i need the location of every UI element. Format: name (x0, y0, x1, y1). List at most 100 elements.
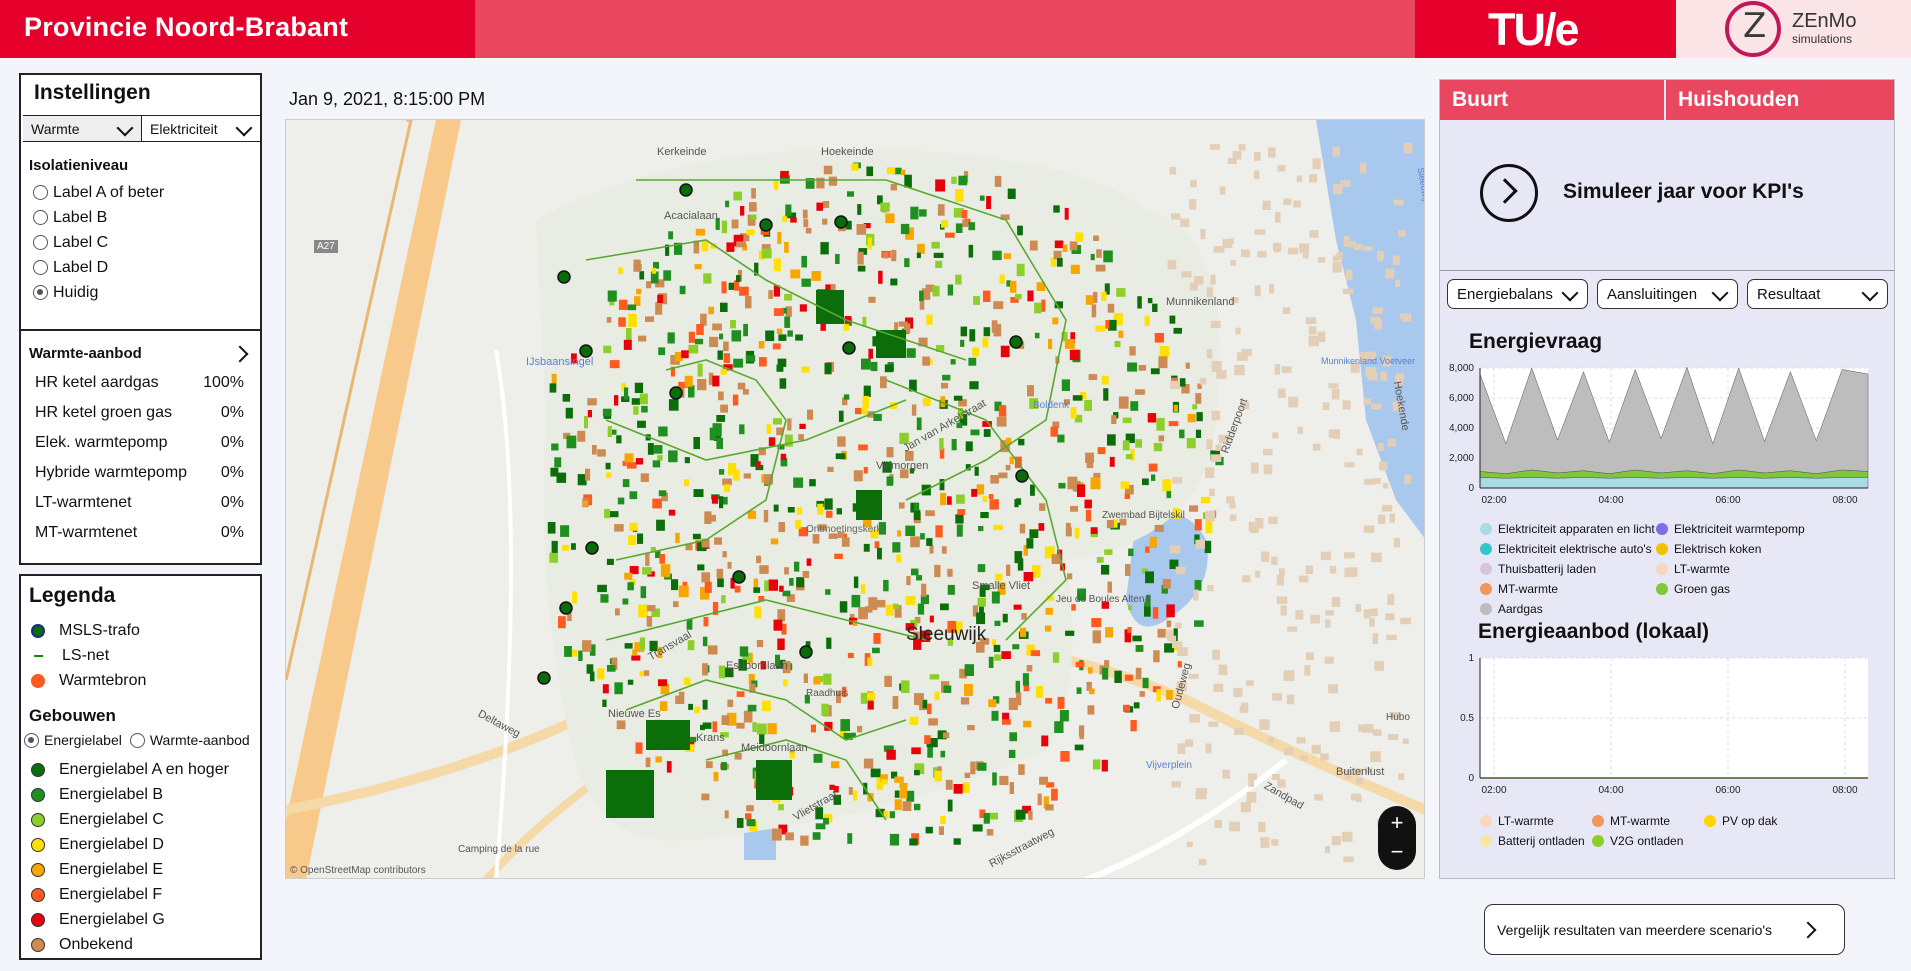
building (554, 457, 562, 468)
insulation-option-c[interactable]: Label C (33, 230, 164, 255)
building-other (1308, 335, 1319, 347)
building (636, 288, 642, 295)
building (863, 758, 874, 769)
x-tick-label: 06:00 (1715, 495, 1740, 506)
building (977, 762, 987, 771)
building (821, 703, 829, 716)
compare-scenarios-button[interactable]: Vergelijk resultaten van meerdere scenar… (1484, 904, 1845, 955)
map-view[interactable]: Sleeuwijk A27 © OpenStreetMap contributo… (285, 119, 1425, 879)
building (603, 345, 612, 354)
building (733, 191, 742, 201)
building (929, 545, 934, 554)
building-other (1342, 400, 1351, 410)
building (941, 546, 947, 554)
map-place-label: Zwembad Bijtelskil (1102, 510, 1185, 521)
app-title: Provincie Noord-Brabant (24, 12, 349, 42)
zoom-control: + − (1378, 806, 1416, 870)
building (1070, 407, 1077, 419)
building-mode-energielabel[interactable]: Energielabel (44, 732, 122, 748)
building (897, 530, 902, 537)
y-tick-label: 6,000 (1449, 393, 1474, 404)
line-icon (34, 654, 43, 657)
energiebalans-dropdown[interactable]: Energiebalans (1447, 279, 1588, 309)
radio-selected-icon[interactable] (24, 732, 39, 748)
building-other (1309, 230, 1319, 238)
zoom-out-button[interactable]: − (1378, 839, 1416, 865)
building (931, 241, 940, 249)
building (909, 838, 918, 846)
insulation-option-huidig[interactable]: Huidig (33, 280, 164, 305)
map-canvas[interactable] (286, 120, 1425, 879)
building (712, 423, 722, 436)
building-other (1283, 198, 1292, 205)
building (1015, 809, 1026, 820)
building (1058, 482, 1066, 489)
building (993, 301, 1004, 310)
insulation-option-a[interactable]: Label A of beter (33, 180, 164, 205)
building-mode-warmte[interactable]: Warmte-aanbod (150, 732, 250, 748)
building (549, 383, 557, 393)
building (745, 813, 752, 820)
map-background (286, 120, 1424, 878)
building (653, 445, 663, 454)
building (893, 603, 899, 609)
legend-swatch (1592, 815, 1604, 827)
building (969, 329, 976, 342)
legend-label: LT-warmte (1498, 814, 1554, 828)
building (1039, 503, 1046, 511)
tab-elektriciteit[interactable]: Elektriciteit (141, 116, 260, 141)
building (668, 231, 673, 240)
heat-supply-header[interactable]: Warmte-aanbod (29, 345, 254, 362)
aansluitingen-dropdown[interactable]: Aansluitingen (1597, 279, 1738, 309)
simulate-year-button[interactable]: Simuleer jaar voor KPI's (1563, 180, 1804, 204)
zoom-in-button[interactable]: + (1378, 810, 1416, 836)
radio-icon[interactable] (129, 732, 145, 748)
building (614, 682, 623, 695)
building (812, 832, 821, 840)
settings-panel: Instellingen Warmte Elektriciteit Isolat… (19, 73, 262, 565)
resultaat-dropdown[interactable]: Resultaat (1747, 279, 1888, 309)
building (1194, 519, 1202, 531)
building (958, 175, 968, 186)
building (762, 700, 771, 712)
building-other (1324, 656, 1334, 664)
building (646, 616, 653, 627)
building (972, 824, 983, 832)
insulation-option-d[interactable]: Label D (33, 255, 164, 280)
building (571, 649, 578, 657)
building (712, 323, 722, 331)
building (1065, 630, 1075, 636)
building-other (1177, 743, 1186, 754)
building (660, 564, 671, 577)
building (551, 540, 558, 553)
building-other (1261, 551, 1270, 562)
building (1092, 759, 1101, 770)
building (1002, 613, 1008, 623)
building-other (1198, 859, 1207, 866)
building-other (1332, 146, 1340, 157)
building (1027, 385, 1034, 397)
tab-warmte[interactable]: Warmte (23, 116, 141, 141)
building (1057, 696, 1065, 709)
building-other (1354, 244, 1363, 251)
building (644, 670, 650, 676)
tab-buurt[interactable]: Buurt (1440, 80, 1664, 120)
building (926, 538, 933, 546)
building-other (1169, 545, 1181, 554)
building (562, 394, 571, 402)
building (1085, 295, 1094, 305)
building (863, 543, 870, 552)
building-other (1263, 464, 1273, 475)
building (843, 394, 850, 400)
building (905, 525, 916, 536)
building (743, 323, 748, 337)
building (822, 201, 830, 208)
building-other (1386, 634, 1397, 641)
insulation-option-b[interactable]: Label B (33, 205, 164, 230)
supply-row: HR ketel groen gas 0% (21, 398, 260, 428)
building (1028, 810, 1033, 820)
supply-label: HR ketel groen gas (35, 404, 172, 421)
building (1205, 521, 1213, 534)
building-other (1398, 230, 1406, 237)
tab-huishouden[interactable]: Huishouden (1666, 80, 1894, 120)
